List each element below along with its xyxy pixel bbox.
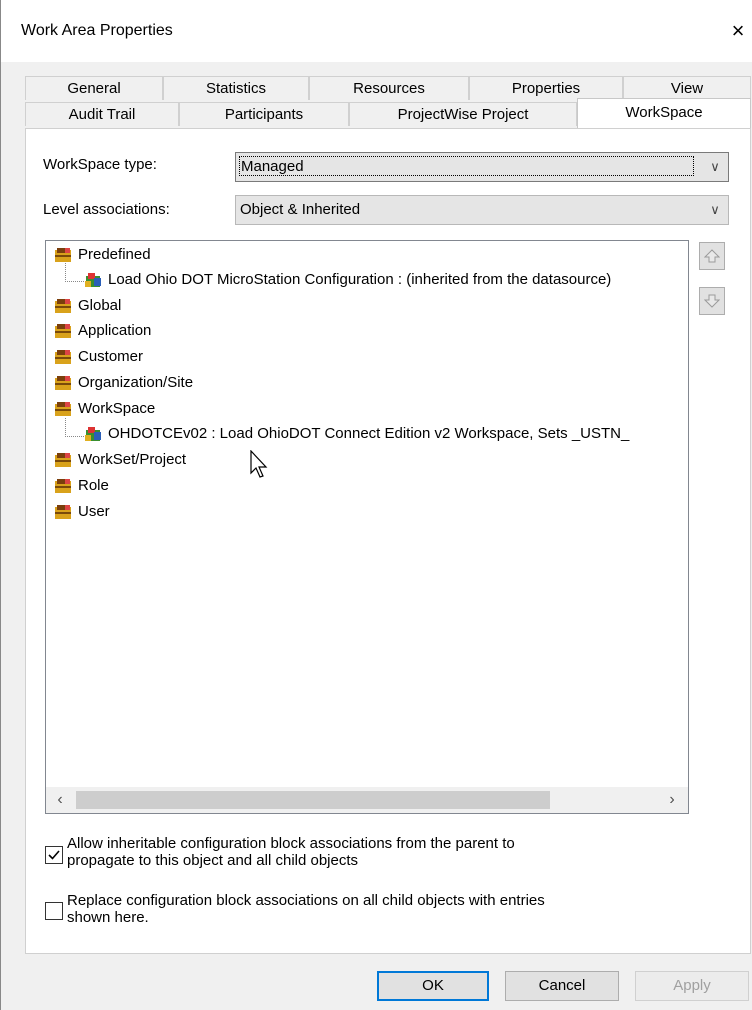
config-block-icon	[55, 402, 71, 416]
config-block-icon	[55, 505, 71, 519]
replace-label[interactable]: Replace configuration block associations…	[67, 892, 545, 926]
workspace-type-value: Managed	[239, 156, 694, 176]
tab-audit-trail[interactable]: Audit Trail	[25, 102, 179, 126]
allow-inherit-checkbox[interactable]	[45, 846, 63, 864]
tab-general[interactable]: General	[25, 76, 163, 100]
ok-button[interactable]: OK	[377, 971, 489, 1001]
chevron-down-icon: ∨	[710, 159, 720, 174]
config-block-icon	[85, 273, 101, 287]
config-block-icon	[55, 324, 71, 338]
dialog-window: Work Area Properties × General Statistic…	[0, 0, 752, 1010]
level-associations-label: Level associations:	[43, 201, 170, 218]
config-block-icon	[85, 427, 101, 441]
config-block-icon	[55, 453, 71, 467]
config-block-tree[interactable]: Predefined Load Ohio DOT MicroStation Co…	[45, 240, 689, 814]
config-block-icon	[55, 376, 71, 390]
move-up-button[interactable]	[699, 242, 725, 270]
tab-resources[interactable]: Resources	[309, 76, 469, 100]
config-block-icon	[55, 350, 71, 364]
allow-inherit-label[interactable]: Allow inheritable configuration block as…	[67, 835, 515, 869]
scroll-left-icon[interactable]: ‹	[48, 789, 72, 811]
tab-participants[interactable]: Participants	[179, 102, 349, 126]
tab-projectwise-project[interactable]: ProjectWise Project	[349, 102, 577, 126]
tab-statistics[interactable]: Statistics	[163, 76, 309, 100]
mouse-cursor-icon	[250, 450, 268, 478]
title-bar: Work Area Properties ×	[1, 0, 752, 62]
replace-checkbox[interactable]	[45, 902, 63, 920]
move-up-icon	[703, 249, 721, 263]
move-down-icon	[703, 294, 721, 308]
checkmark-icon	[48, 850, 60, 860]
horizontal-scrollbar[interactable]: ‹ ›	[46, 787, 688, 813]
close-icon[interactable]: ×	[725, 16, 751, 46]
tab-properties[interactable]: Properties	[469, 76, 623, 100]
chevron-down-icon: ∨	[710, 202, 720, 217]
cancel-button[interactable]: Cancel	[505, 971, 619, 1001]
tab-view[interactable]: View	[623, 76, 751, 100]
workspace-type-select[interactable]: Managed ∨	[235, 152, 729, 182]
tab-workspace[interactable]: WorkSpace	[577, 98, 751, 128]
level-associations-select[interactable]: Object & Inherited ∨	[235, 195, 729, 225]
window-title: Work Area Properties	[21, 22, 173, 39]
workspace-type-label: WorkSpace type:	[43, 156, 157, 173]
scrollbar-thumb[interactable]	[76, 791, 550, 809]
config-block-icon	[55, 299, 71, 313]
apply-button[interactable]: Apply	[635, 971, 749, 1001]
scroll-right-icon[interactable]: ›	[660, 789, 684, 811]
move-down-button[interactable]	[699, 287, 725, 315]
config-block-icon	[55, 248, 71, 262]
config-block-icon	[55, 479, 71, 493]
level-associations-value: Object & Inherited	[240, 201, 361, 218]
